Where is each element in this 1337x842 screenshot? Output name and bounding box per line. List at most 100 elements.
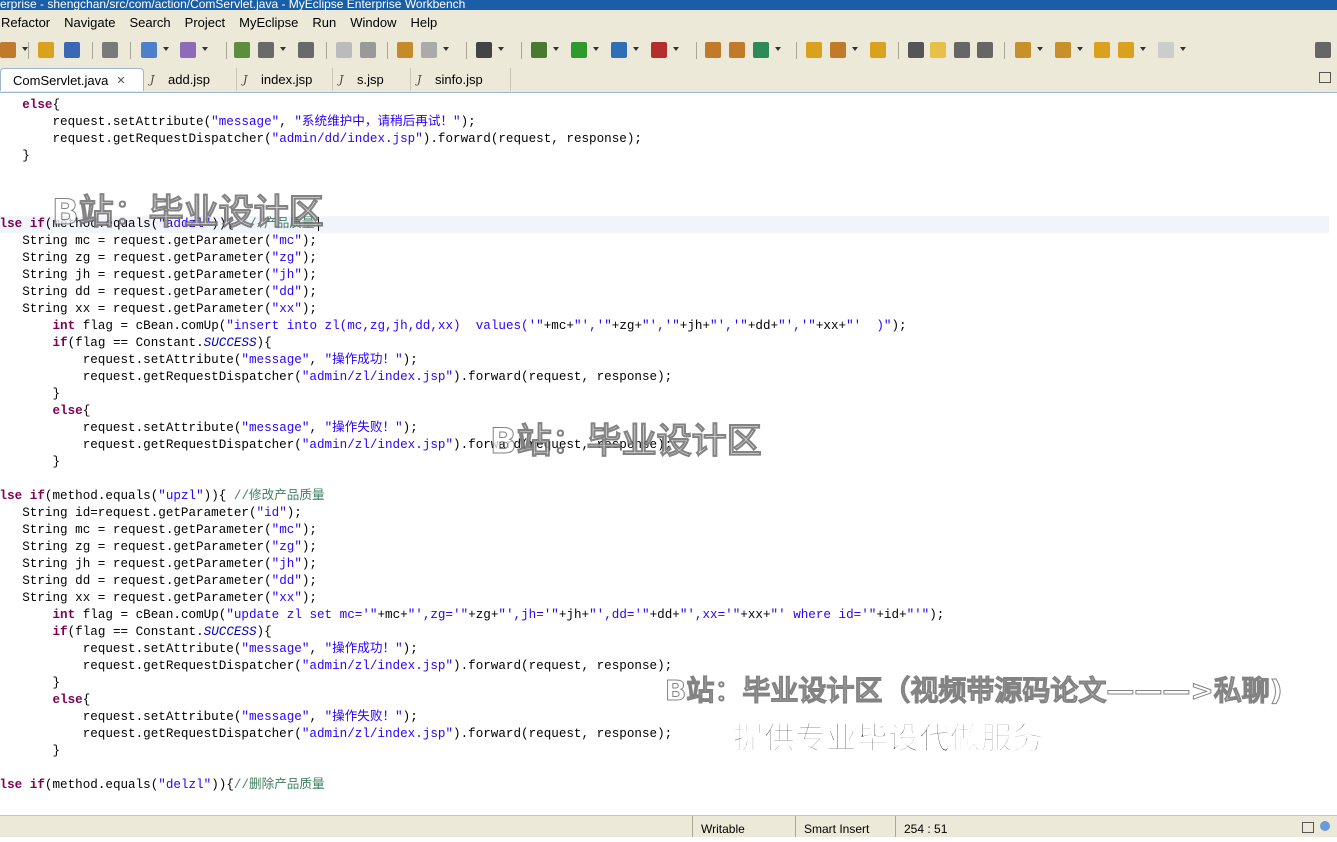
chevron-down-icon[interactable]: [163, 47, 169, 51]
chevron-down-icon[interactable]: [1180, 47, 1186, 51]
code-line[interactable]: }: [0, 148, 1329, 165]
code-line[interactable]: request.setAttribute("message", "操作失败！")…: [0, 709, 1329, 726]
chevron-down-icon[interactable]: [1077, 47, 1083, 51]
code-line[interactable]: else if(method.equals("delzl")){//删除产品质量: [0, 777, 1329, 794]
menu-search[interactable]: Search: [122, 15, 177, 30]
code-line[interactable]: request.setAttribute("message", "系统维护中，请…: [0, 114, 1329, 131]
chevron-down-icon[interactable]: [202, 47, 208, 51]
tab-index-jsp[interactable]: Jindex.jsp: [237, 68, 333, 91]
new-icon[interactable]: [0, 42, 16, 58]
code-line[interactable]: int flag = cBean.comUp("update zl set mc…: [0, 607, 1329, 624]
settings-icon[interactable]: [421, 42, 437, 58]
forward-icon[interactable]: [1158, 42, 1174, 58]
code-line[interactable]: request.getRequestDispatcher("admin/dd/i…: [0, 131, 1329, 148]
print-icon[interactable]: [102, 42, 118, 58]
code-line[interactable]: String dd = request.getParameter("dd");: [0, 284, 1329, 301]
code-line[interactable]: else if(method.equals("upzl")){ //修改产品质量: [0, 488, 1329, 505]
package-icon[interactable]: [38, 42, 54, 58]
code-line[interactable]: String xx = request.getParameter("xx");: [0, 301, 1329, 318]
code-line[interactable]: String id=request.getParameter("id");: [0, 505, 1329, 522]
menu-window[interactable]: Window: [343, 15, 403, 30]
run-config-icon[interactable]: [611, 42, 627, 58]
cut-icon[interactable]: [336, 42, 352, 58]
chevron-down-icon[interactable]: [553, 47, 559, 51]
menu-navigate[interactable]: Navigate: [57, 15, 122, 30]
code-line[interactable]: }: [0, 471, 1329, 488]
new-class-icon[interactable]: [729, 42, 745, 58]
server-icon[interactable]: [180, 42, 196, 58]
run-icon[interactable]: [571, 42, 587, 58]
whitespace-icon[interactable]: [977, 42, 993, 58]
chevron-down-icon[interactable]: [22, 47, 28, 51]
chevron-down-icon[interactable]: [775, 47, 781, 51]
chevron-down-icon[interactable]: [1140, 47, 1146, 51]
highlight-icon[interactable]: [930, 42, 946, 58]
code-line[interactable]: int flag = cBean.comUp("insert into zl(m…: [0, 318, 1329, 335]
code-line[interactable]: else{: [0, 97, 1329, 114]
debug-icon[interactable]: [531, 42, 547, 58]
code-line[interactable]: }: [0, 760, 1329, 777]
menu-refactor[interactable]: Refactor: [0, 15, 57, 30]
external-tools-icon[interactable]: [651, 42, 667, 58]
tab-sinfo-jsp[interactable]: Jsinfo.jsp: [411, 68, 511, 91]
code-line[interactable]: if(flag == Constant.SUCCESS){: [0, 624, 1329, 641]
code-editor[interactable]: else if(method.equals("delzl")){//删除产品质量…: [0, 93, 1337, 815]
code-line[interactable]: String jh = request.getParameter("jh");: [0, 267, 1329, 284]
chevron-down-icon[interactable]: [593, 47, 599, 51]
tab-s-jsp[interactable]: Js.jsp: [333, 68, 411, 91]
code-line[interactable]: request.getRequestDispatcher("admin/zl/i…: [0, 369, 1329, 386]
last-edit-icon[interactable]: [1094, 42, 1110, 58]
perspective-icon[interactable]: [1315, 42, 1331, 58]
code-line[interactable]: String mc = request.getParameter("mc");: [0, 233, 1329, 250]
chevron-down-icon[interactable]: [443, 47, 449, 51]
chevron-down-icon[interactable]: [280, 47, 286, 51]
tab-label: index.jsp: [261, 72, 313, 87]
next-annotation-icon[interactable]: [1015, 42, 1031, 58]
chevron-down-icon[interactable]: [633, 47, 639, 51]
globe-icon[interactable]: [298, 42, 314, 58]
code-line[interactable]: }: [0, 743, 1329, 760]
menu-help[interactable]: Help: [403, 15, 444, 30]
report-icon[interactable]: [258, 42, 274, 58]
code-line[interactable]: request.setAttribute("message", "操作成功！")…: [0, 641, 1329, 658]
save-icon[interactable]: [64, 42, 80, 58]
search-task-icon[interactable]: [830, 42, 846, 58]
camera-icon[interactable]: [476, 42, 492, 58]
close-tab-icon[interactable]: ✕: [116, 74, 125, 87]
chevron-down-icon[interactable]: [673, 47, 679, 51]
tab-comservlet-java[interactable]: ComServlet.java ✕: [0, 68, 144, 91]
update-icon[interactable]: [1320, 821, 1330, 831]
properties-icon[interactable]: [397, 42, 413, 58]
new-project-icon[interactable]: [705, 42, 721, 58]
code-line[interactable]: String jh = request.getParameter("jh");: [0, 556, 1329, 573]
chevron-down-icon[interactable]: [1037, 47, 1043, 51]
chevron-down-icon[interactable]: [498, 47, 504, 51]
deploy-icon[interactable]: [234, 42, 250, 58]
menu-myeclipse[interactable]: MyEclipse: [232, 15, 305, 30]
code-line[interactable]: request.setAttribute("message", "操作成功！")…: [0, 352, 1329, 369]
paste-icon[interactable]: [360, 42, 376, 58]
fast-view-icon[interactable]: [1302, 822, 1314, 833]
code-line[interactable]: request.getRequestDispatcher("admin/zl/i…: [0, 726, 1329, 743]
code-line[interactable]: String zg = request.getParameter("zg");: [0, 539, 1329, 556]
code-line[interactable]: String mc = request.getParameter("mc");: [0, 522, 1329, 539]
chevron-down-icon[interactable]: [852, 47, 858, 51]
back-icon[interactable]: [1118, 42, 1134, 58]
restore-editor-icon[interactable]: [1319, 72, 1331, 83]
menu-project[interactable]: Project: [178, 15, 232, 30]
code-line[interactable]: String xx = request.getParameter("xx");: [0, 590, 1329, 607]
menu-run[interactable]: Run: [305, 15, 343, 30]
open-folder-icon[interactable]: [806, 42, 822, 58]
tab-add-jsp[interactable]: Jadd.jsp: [144, 68, 237, 91]
annotation-icon[interactable]: [908, 42, 924, 58]
wizard-icon[interactable]: [141, 42, 157, 58]
refresh-icon[interactable]: [753, 42, 769, 58]
code-line[interactable]: if(flag == Constant.SUCCESS){: [0, 335, 1329, 352]
prev-annotation-icon[interactable]: [1055, 42, 1071, 58]
open-type-icon[interactable]: [870, 42, 886, 58]
block-icon[interactable]: [954, 42, 970, 58]
code-line[interactable]: }: [0, 386, 1329, 403]
code-line[interactable]: String zg = request.getParameter("zg");: [0, 250, 1329, 267]
code-line[interactable]: String dd = request.getParameter("dd");: [0, 573, 1329, 590]
code-line[interactable]: }: [0, 165, 1329, 182]
